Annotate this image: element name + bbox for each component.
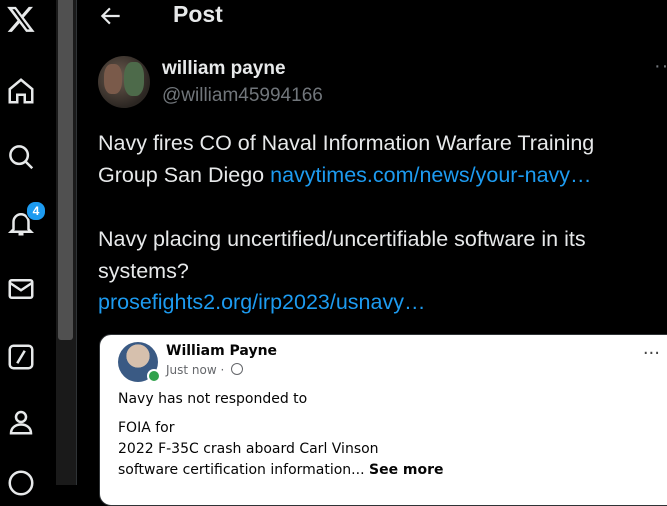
messages-mail-icon[interactable] <box>4 272 38 306</box>
card-more-icon: ··· <box>642 343 660 364</box>
tweet-text: Navy fires CO of Naval Information Warfa… <box>98 128 658 319</box>
author-name[interactable]: william payne <box>162 58 286 80</box>
more-circle-icon[interactable] <box>4 466 38 500</box>
card-line: software certification information... Se… <box>118 462 444 478</box>
card-author-name: William Payne <box>166 343 278 359</box>
card-line: 2022 F-35C crash aboard Carl Vinson <box>118 441 379 457</box>
tweet-link-prosefights[interactable]: prosefights2.org/irp2023/usnavy… <box>98 287 658 319</box>
explore-search-icon[interactable] <box>4 140 38 174</box>
scrollbar-thumb[interactable] <box>58 0 73 340</box>
grok-slash-icon[interactable] <box>4 340 38 374</box>
globe-icon <box>231 363 244 375</box>
home-icon[interactable] <box>4 74 38 108</box>
back-arrow-icon[interactable] <box>98 3 124 29</box>
side-nav: 4 <box>0 0 56 496</box>
page-title: Post <box>173 1 223 27</box>
tweet-link-navytimes[interactable]: navytimes.com/news/your-navy… <box>270 163 591 187</box>
see-more-link: See more <box>368 462 444 478</box>
more-options-icon[interactable]: ··· <box>654 55 667 78</box>
tweet-text-line2: Navy placing uncertified/uncertifiable s… <box>98 227 586 283</box>
column-divider <box>76 0 77 485</box>
card-body: Navy has not responded to FOIA for 2022 … <box>118 389 638 481</box>
card-timestamp: Just now · <box>166 363 244 377</box>
profile-person-icon[interactable] <box>4 405 38 439</box>
media-image-card[interactable]: William Payne Just now · ··· Navy has no… <box>99 334 667 506</box>
x-logo-icon[interactable] <box>4 2 38 36</box>
card-line: Navy has not responded to <box>118 391 308 407</box>
author-handle[interactable]: @william45994166 <box>162 85 323 107</box>
author-avatar[interactable] <box>98 56 150 108</box>
online-status-dot <box>147 369 161 383</box>
card-line: FOIA for <box>118 420 175 436</box>
notifications-badge: 4 <box>26 201 46 221</box>
